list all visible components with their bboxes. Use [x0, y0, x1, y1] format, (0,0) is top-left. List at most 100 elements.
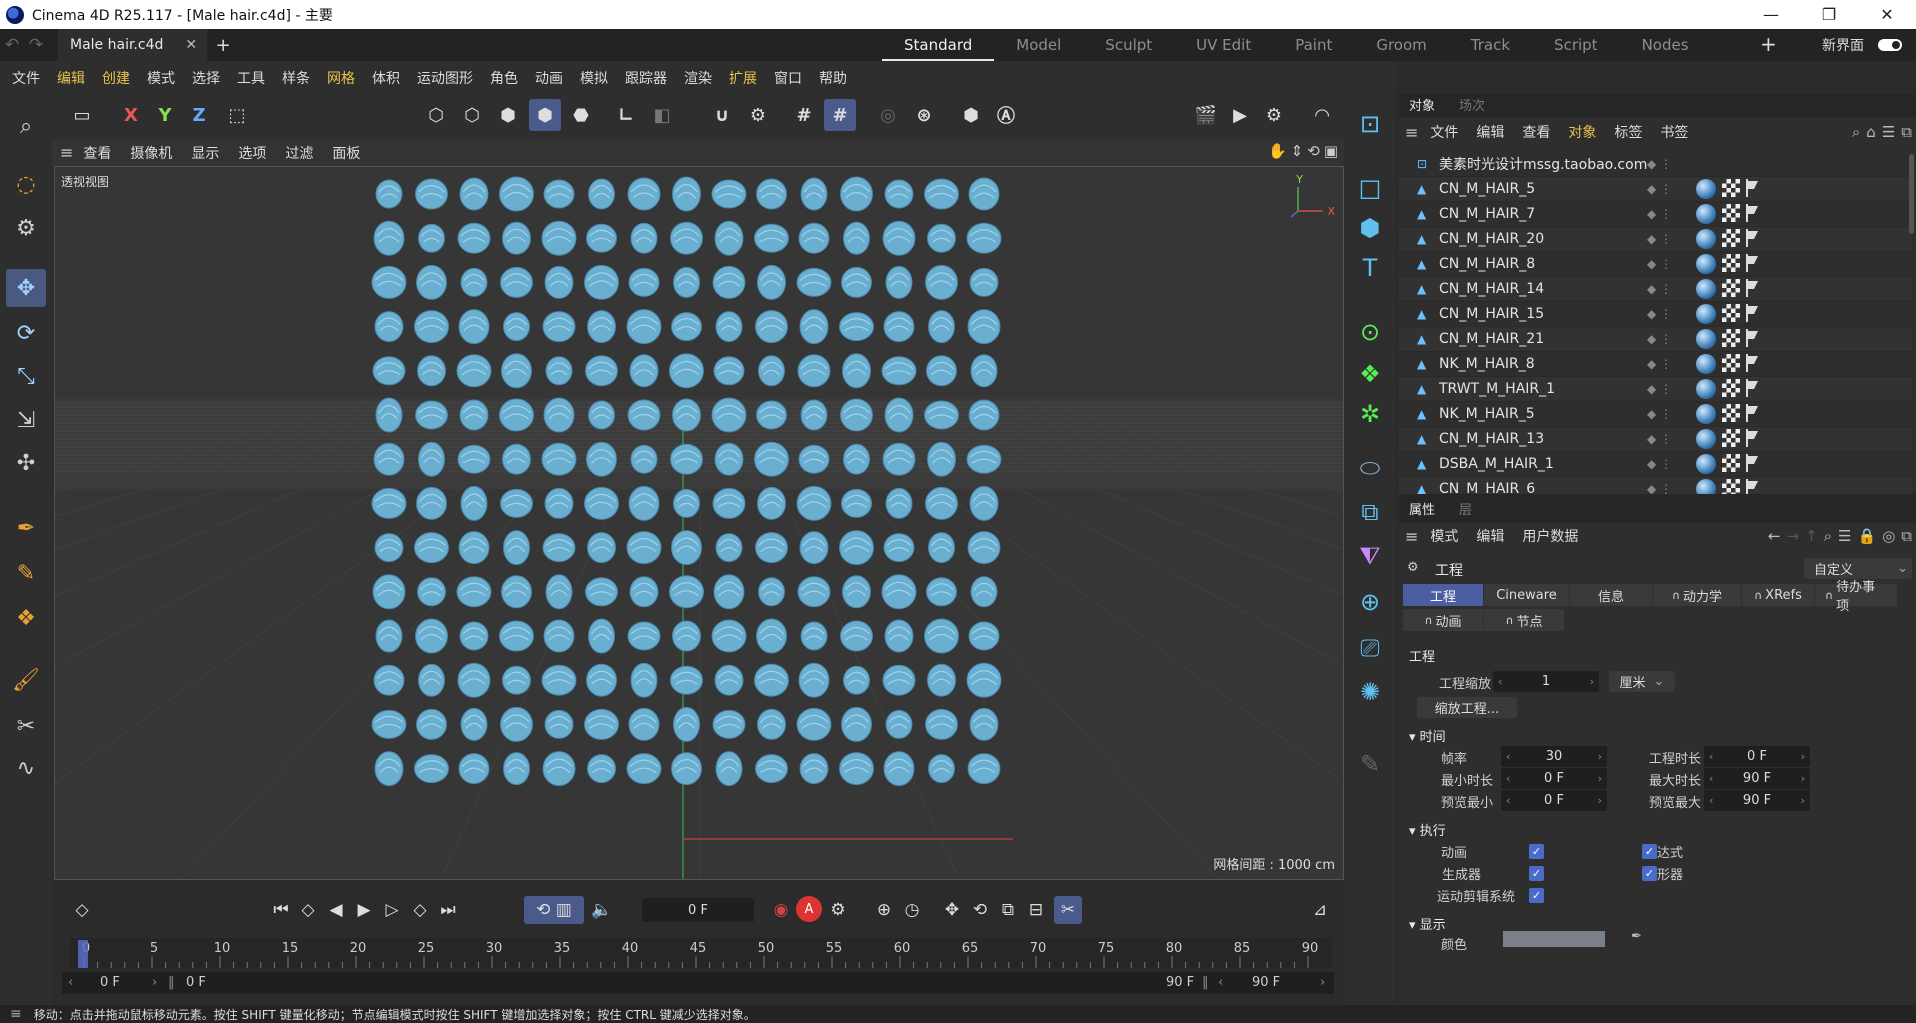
hair-model[interactable]: [926, 355, 957, 387]
hair-model[interactable]: [928, 754, 955, 784]
search-icon[interactable]: ⌕: [6, 107, 46, 145]
hair-model[interactable]: [459, 177, 489, 211]
selection-tag-icon[interactable]: [1746, 179, 1762, 197]
material-tag-icon[interactable]: [1696, 304, 1716, 324]
hair-model[interactable]: [543, 619, 575, 653]
color-swatch[interactable]: [1503, 931, 1605, 947]
hair-model[interactable]: [924, 618, 959, 654]
hair-model[interactable]: [711, 619, 747, 653]
autokey-icon[interactable]: A: [796, 896, 822, 922]
range-left-arrow-icon[interactable]: ‹: [68, 975, 73, 990]
field-icon[interactable]: ⧉: [1352, 494, 1388, 530]
hair-model[interactable]: [800, 621, 828, 651]
hair-model[interactable]: [713, 574, 745, 610]
hair-model[interactable]: [585, 355, 618, 387]
menu-item[interactable]: 动画: [535, 68, 563, 88]
hair-model[interactable]: [627, 177, 661, 211]
object-name[interactable]: CN_M_HAIR_21: [1439, 331, 1649, 347]
end-frame-value[interactable]: 90 F: [1252, 975, 1280, 990]
close-button[interactable]: ✕: [1858, 5, 1916, 24]
hair-model[interactable]: [544, 709, 574, 739]
key-rotation-icon[interactable]: ◷: [898, 896, 926, 924]
selection-tag-icon[interactable]: [1746, 329, 1762, 347]
hair-model[interactable]: [502, 221, 531, 255]
rotate-view-icon[interactable]: ⟲: [1307, 142, 1320, 160]
hair-model[interactable]: [799, 753, 829, 785]
hair-model[interactable]: [754, 663, 789, 697]
duration-field[interactable]: ‹ 0 F ›: [1704, 746, 1810, 767]
hair-model[interactable]: [967, 309, 1001, 345]
hair-model[interactable]: [371, 709, 407, 739]
attributes-tab[interactable]: 属性: [1409, 499, 1447, 522]
scale-project-button[interactable]: 缩放工程...: [1417, 697, 1517, 718]
hair-model[interactable]: [798, 222, 830, 254]
hair-model[interactable]: [968, 399, 1000, 431]
hair-model[interactable]: [797, 576, 831, 608]
visibility-dots-icon[interactable]: ◆ ⋮: [1647, 332, 1672, 346]
hair-model[interactable]: [714, 220, 744, 256]
visibility-dots-icon[interactable]: ◆ ⋮: [1647, 357, 1672, 371]
hair-model[interactable]: [588, 178, 615, 210]
object-name[interactable]: NK_M_HAIR_5: [1439, 406, 1649, 422]
selection-tag-icon[interactable]: [1746, 429, 1762, 447]
hair-model[interactable]: [755, 310, 788, 344]
hair-model[interactable]: [925, 708, 958, 740]
hair-model[interactable]: [586, 441, 617, 477]
move-view-icon[interactable]: ⇕: [1291, 142, 1304, 160]
hair-model[interactable]: [459, 399, 489, 431]
record-icon[interactable]: ◉: [767, 896, 795, 924]
range-start-value[interactable]: 0 F: [186, 975, 206, 990]
hair-model[interactable]: [924, 178, 959, 210]
viewport-menu-item[interactable]: 摄像机: [130, 143, 172, 163]
hair-model[interactable]: [627, 399, 661, 431]
next-key-icon[interactable]: ◇: [406, 896, 434, 924]
object-name[interactable]: NK_M_HAIR_8: [1439, 356, 1649, 372]
menu-item[interactable]: 窗口: [774, 68, 802, 88]
hair-model[interactable]: [796, 485, 832, 521]
hair-model[interactable]: [628, 707, 660, 741]
hair-model[interactable]: [843, 221, 870, 255]
viewport-menu-item[interactable]: 过滤: [285, 143, 313, 163]
list-item[interactable]: ▲ CN_M_HAIR_21 ◆ ⋮: [1399, 327, 1911, 352]
object-name[interactable]: CN_M_HAIR_20: [1439, 231, 1649, 247]
attributes-subtab[interactable]: Cineware: [1484, 584, 1569, 606]
hair-model[interactable]: [967, 753, 1001, 785]
polygons-mode-icon[interactable]: ⬢: [492, 99, 524, 131]
hair-model[interactable]: [925, 264, 958, 300]
selection-settings-icon[interactable]: ⚙: [6, 209, 46, 247]
texture-tag-icon[interactable]: [1722, 304, 1740, 322]
menu-item[interactable]: 角色: [490, 68, 518, 88]
hair-model[interactable]: [757, 486, 786, 520]
layout-tab-groom[interactable]: Groom: [1354, 29, 1448, 61]
menu-item[interactable]: 创建: [102, 68, 130, 88]
next-frame-icon[interactable]: ▷: [378, 896, 406, 924]
hair-model[interactable]: [499, 176, 534, 212]
key-scale-icon[interactable]: ✥: [938, 896, 966, 924]
menu-item[interactable]: 编辑: [57, 68, 85, 88]
hair-model[interactable]: [799, 309, 829, 345]
hair-model[interactable]: [543, 179, 575, 209]
hair-model[interactable]: [584, 708, 619, 740]
null-object-icon[interactable]: ⊡: [1352, 106, 1388, 142]
hair-model[interactable]: [843, 443, 870, 475]
home-icon[interactable]: ⌂: [1866, 123, 1876, 141]
list-item[interactable]: ▲ CN_M_HAIR_13 ◆ ⋮: [1399, 427, 1911, 452]
hair-model[interactable]: [415, 178, 448, 210]
text-icon[interactable]: T: [1352, 250, 1388, 286]
hair-model[interactable]: [669, 575, 704, 609]
hair-model[interactable]: [541, 442, 577, 476]
end-left-arrow-icon[interactable]: ‹: [1218, 975, 1223, 990]
material-tag-icon[interactable]: [1696, 429, 1716, 449]
deformers-checkbox[interactable]: ✓: [1642, 866, 1657, 881]
points-mode-icon[interactable]: ⬡: [420, 99, 452, 131]
hair-model[interactable]: [673, 706, 700, 742]
material-tag-icon[interactable]: [1696, 354, 1716, 374]
hair-model[interactable]: [841, 266, 872, 298]
hair-model[interactable]: [841, 488, 872, 518]
hair-model[interactable]: [755, 532, 788, 564]
light-icon[interactable]: ✺: [1352, 674, 1388, 710]
texture-tag-icon[interactable]: [1722, 479, 1740, 494]
list-item[interactable]: ▲ CN_M_HAIR_5 ◆ ⋮: [1399, 177, 1911, 202]
hair-model[interactable]: [458, 309, 490, 345]
attributes-menu-icon[interactable]: ≡: [1405, 527, 1418, 546]
